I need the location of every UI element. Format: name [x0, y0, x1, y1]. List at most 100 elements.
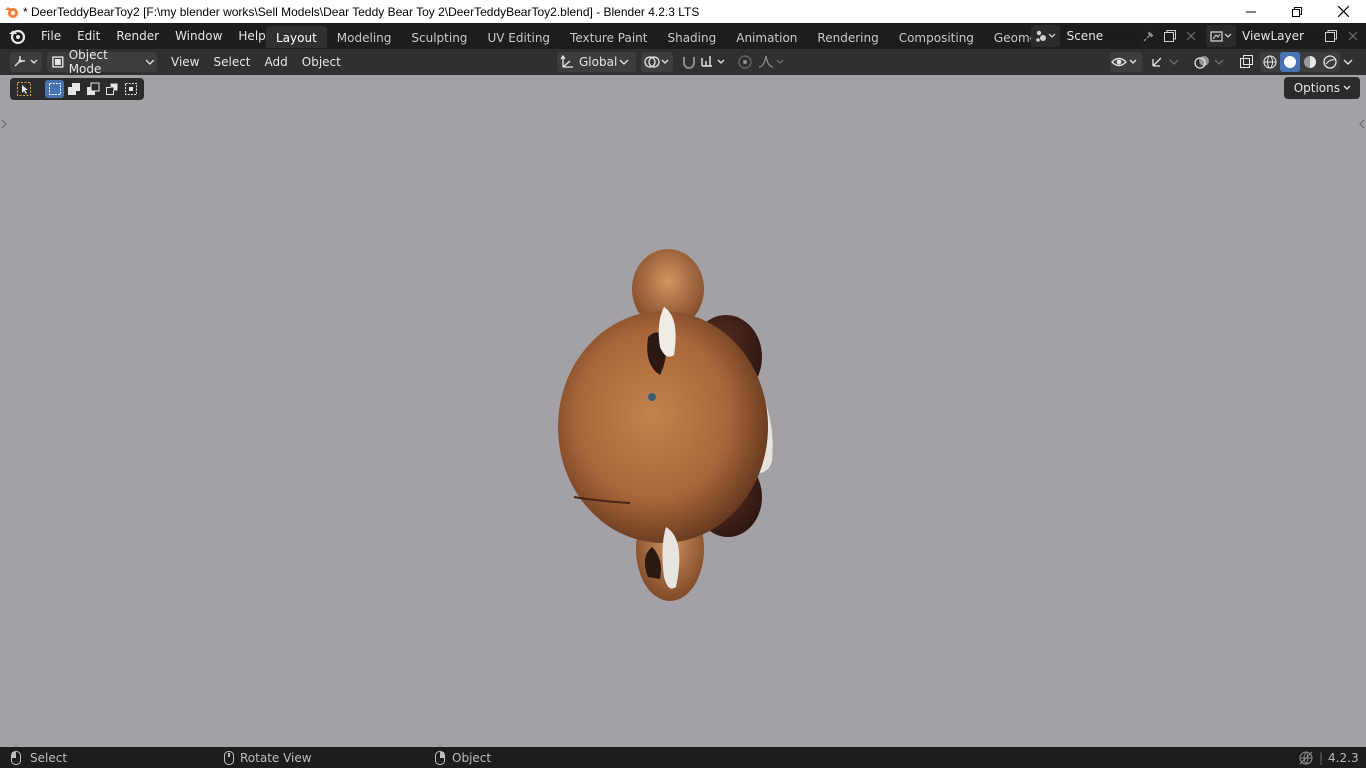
select-mode-subtract[interactable] [83, 80, 102, 98]
blender-logo-icon[interactable] [7, 26, 27, 46]
new-scene-button[interactable] [1159, 25, 1180, 47]
close-icon [1337, 6, 1349, 17]
scene-icon [1036, 30, 1056, 42]
menu-add[interactable]: Add [258, 52, 295, 72]
tab-layout[interactable]: Layout [266, 26, 327, 48]
select-intersect-icon [124, 83, 137, 95]
proportional-editing-toggle[interactable] [733, 52, 757, 72]
status-right-click: Object [434, 747, 491, 768]
select-set-icon [48, 83, 61, 95]
duplicate-icon [1325, 30, 1337, 42]
shading-options-button[interactable] [1340, 52, 1356, 72]
chevron-down-icon [1169, 59, 1179, 65]
version-label: 4.2.3 [1328, 750, 1359, 765]
options-dropdown[interactable]: Options [1283, 77, 1360, 99]
menu-window[interactable]: Window [167, 25, 230, 47]
select-box-tool[interactable] [14, 80, 33, 98]
shading-rendered-button[interactable] [1320, 52, 1340, 72]
select-mode-new[interactable] [45, 80, 64, 98]
delete-scene-button[interactable] [1180, 25, 1201, 47]
toolbar-expand-arrow-icon[interactable] [0, 117, 8, 131]
scene-name-field[interactable]: Scene [1059, 25, 1139, 47]
close-button[interactable] [1320, 0, 1366, 23]
menu-edit[interactable]: Edit [69, 25, 108, 47]
chevron-down-icon [1214, 59, 1224, 65]
sidebar-expand-arrow-icon[interactable] [1358, 117, 1366, 131]
pin-icon [1143, 31, 1153, 42]
restore-button[interactable] [1274, 0, 1320, 23]
shading-material-button[interactable] [1300, 52, 1320, 72]
blender-app-icon [5, 6, 18, 18]
shading-wireframe-button[interactable] [1260, 52, 1280, 72]
menu-file[interactable]: File [33, 25, 69, 47]
select-subtract-icon [86, 82, 99, 95]
shading-mode-group [1260, 52, 1340, 72]
mode-selector[interactable]: Object Mode [47, 48, 157, 76]
3d-viewport-icon [14, 56, 38, 67]
overlays-icon [1194, 56, 1209, 69]
blender-topbar: File Edit Render Window Help Layout Mode… [0, 23, 1366, 49]
overlays-options-button[interactable] [1210, 52, 1228, 72]
pivot-point-selector[interactable] [641, 52, 673, 72]
teddy-bear-model[interactable] [548, 247, 788, 607]
view-layer-selector: ViewLayer [1206, 25, 1366, 47]
restore-icon [1292, 6, 1302, 17]
eye-icon [1111, 57, 1137, 67]
gizmo-icon [1152, 57, 1162, 67]
tab-uv-editing[interactable]: UV Editing [477, 26, 560, 48]
mode-label: Object Mode [68, 48, 108, 76]
options-label: Options [1293, 81, 1340, 95]
gizmo-options-button[interactable] [1165, 52, 1183, 72]
tab-rendering[interactable]: Rendering [807, 26, 888, 48]
orientation-global-icon [560, 54, 573, 68]
status-bar: Select Rotate View Object | 4.2.3 [0, 747, 1366, 768]
3d-viewport[interactable]: Options [0, 75, 1366, 747]
chevron-down-icon [1343, 59, 1353, 65]
minimize-button[interactable] [1228, 0, 1274, 23]
chevron-down-icon [145, 59, 155, 65]
xray-icon [1240, 55, 1253, 68]
tab-compositing[interactable]: Compositing [889, 26, 984, 48]
scene-selector: Scene [1031, 25, 1201, 47]
mouse-right-click-icon [435, 750, 445, 765]
select-mode-extend[interactable] [64, 80, 83, 98]
menu-object[interactable]: Object [295, 52, 348, 72]
orientation-label: Global [579, 55, 618, 69]
duplicate-icon [1163, 30, 1176, 42]
pin-scene-button[interactable] [1138, 25, 1159, 47]
view-layer-name-field[interactable]: ViewLayer [1236, 25, 1320, 47]
snap-target-selector[interactable] [698, 52, 730, 72]
view-layer-browse-button[interactable] [1206, 25, 1236, 47]
solid-sphere-icon [1284, 56, 1296, 68]
status-middle-click: Rotate View [223, 747, 312, 768]
transform-orientation-selector[interactable]: Global [557, 52, 636, 72]
editor-type-button[interactable] [10, 52, 42, 72]
wireframe-sphere-icon [1263, 55, 1277, 69]
menu-select[interactable]: Select [206, 52, 257, 72]
proportional-falloff-selector[interactable] [756, 52, 788, 72]
select-mode-difference[interactable] [102, 80, 121, 98]
menu-view[interactable]: View [164, 52, 206, 72]
menu-render[interactable]: Render [108, 25, 167, 47]
xray-toggle[interactable] [1234, 52, 1258, 72]
tab-sculpting[interactable]: Sculpting [401, 26, 477, 48]
tab-modeling[interactable]: Modeling [327, 26, 402, 48]
snap-increment-icon [701, 56, 725, 67]
delete-view-layer-button[interactable] [1342, 25, 1364, 47]
object-mode-icon [52, 56, 64, 68]
status-left-click-label: Select [30, 750, 68, 765]
tab-animation[interactable]: Animation [726, 26, 807, 48]
selection-mode-toolbar [10, 78, 144, 100]
viewport-header: Object Mode View Select Add Object Globa… [0, 48, 1366, 76]
tab-texture-paint[interactable]: Texture Paint [560, 26, 657, 48]
tab-shading[interactable]: Shading [657, 26, 726, 48]
visibility-selector[interactable] [1110, 52, 1142, 72]
window-title: * DeerTeddyBearToy2 [F:\my blender works… [23, 4, 700, 19]
cursor-select-icon [16, 82, 31, 96]
pivot-point-icon [644, 56, 669, 68]
select-mode-intersect[interactable] [121, 80, 140, 98]
new-view-layer-button[interactable] [1320, 25, 1342, 47]
scene-browse-button[interactable] [1031, 25, 1060, 47]
chevron-down-icon [1343, 85, 1351, 90]
shading-solid-button[interactable] [1280, 52, 1300, 72]
